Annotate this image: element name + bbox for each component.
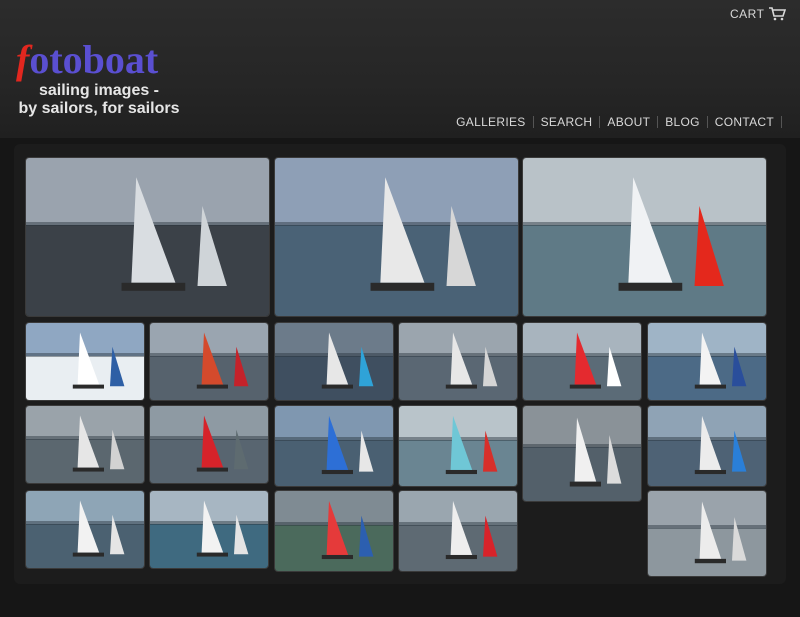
thumbnail-photo	[648, 406, 766, 486]
thumbnail-photo	[399, 323, 517, 400]
gallery-thumbnail-16[interactable]	[25, 490, 145, 569]
thumbnail-photo	[399, 406, 517, 486]
thumbnail-photo	[275, 158, 518, 316]
thumbnail-photo	[150, 406, 268, 483]
gallery-thumbnail-1[interactable]	[25, 157, 270, 317]
thumbnail-photo	[523, 158, 766, 316]
gallery-thumbnail-18[interactable]	[274, 490, 394, 572]
nav-contact[interactable]: CONTACT	[708, 116, 782, 128]
gallery-thumbnail-14[interactable]	[522, 405, 642, 502]
nav-blog[interactable]: BLOG	[658, 116, 708, 128]
gallery-thumbnail-6[interactable]	[274, 322, 394, 401]
gallery-thumbnail-9[interactable]	[647, 322, 767, 401]
thumbnail-photo	[26, 158, 269, 316]
gallery-thumbnail-19[interactable]	[398, 490, 518, 572]
thumbnail-photo	[150, 323, 268, 400]
thumbnail-photo	[275, 323, 393, 400]
tagline-line-1: sailing images -	[38, 82, 160, 99]
gallery-thumbnail-15[interactable]	[647, 405, 767, 487]
gallery-thumbnail-11[interactable]	[149, 405, 269, 484]
nav-galleries[interactable]: GALLERIES	[449, 116, 534, 128]
thumbnail-photo	[648, 491, 766, 576]
gallery-thumbnail-2[interactable]	[274, 157, 519, 317]
nav-about[interactable]: ABOUT	[600, 116, 659, 128]
logo-text: otoboat	[29, 37, 159, 82]
gallery-thumbnail-13[interactable]	[398, 405, 518, 487]
cart-link[interactable]: CART	[730, 7, 787, 21]
cart-label: CART	[730, 7, 765, 21]
thumbnail-photo	[523, 323, 641, 400]
gallery-thumbnail-10[interactable]	[25, 405, 145, 484]
tagline-line-2: by sailors, for sailors	[18, 100, 180, 117]
site-logo[interactable]: fotoboat	[16, 38, 158, 82]
cart-icon	[769, 7, 787, 21]
thumbnail-photo	[523, 406, 641, 501]
gallery-thumbnail-17[interactable]	[149, 490, 269, 569]
thumbnail-photo	[648, 323, 766, 400]
main-nav: GALLERIES SEARCH ABOUT BLOG CONTACT	[449, 116, 782, 128]
gallery-thumbnail-20[interactable]	[647, 490, 767, 577]
site-header: fotoboat sailing images - by sailors, fo…	[0, 0, 800, 138]
thumbnail-photo	[26, 406, 144, 483]
photo-gallery	[14, 144, 786, 584]
gallery-thumbnail-4[interactable]	[25, 322, 145, 401]
thumbnail-photo	[275, 491, 393, 571]
gallery-thumbnail-5[interactable]	[149, 322, 269, 401]
nav-search[interactable]: SEARCH	[534, 116, 601, 128]
gallery-thumbnail-12[interactable]	[274, 405, 394, 487]
thumbnail-photo	[399, 491, 517, 571]
thumbnail-photo	[275, 406, 393, 486]
site-tagline: sailing images - by sailors, for sailors	[10, 82, 188, 118]
thumbnail-photo	[26, 491, 144, 568]
logo-first-letter: f	[16, 37, 30, 82]
gallery-thumbnail-3[interactable]	[522, 157, 767, 317]
gallery-thumbnail-8[interactable]	[522, 322, 642, 401]
thumbnail-photo	[150, 491, 268, 568]
gallery-thumbnail-7[interactable]	[398, 322, 518, 401]
thumbnail-photo	[26, 323, 144, 400]
